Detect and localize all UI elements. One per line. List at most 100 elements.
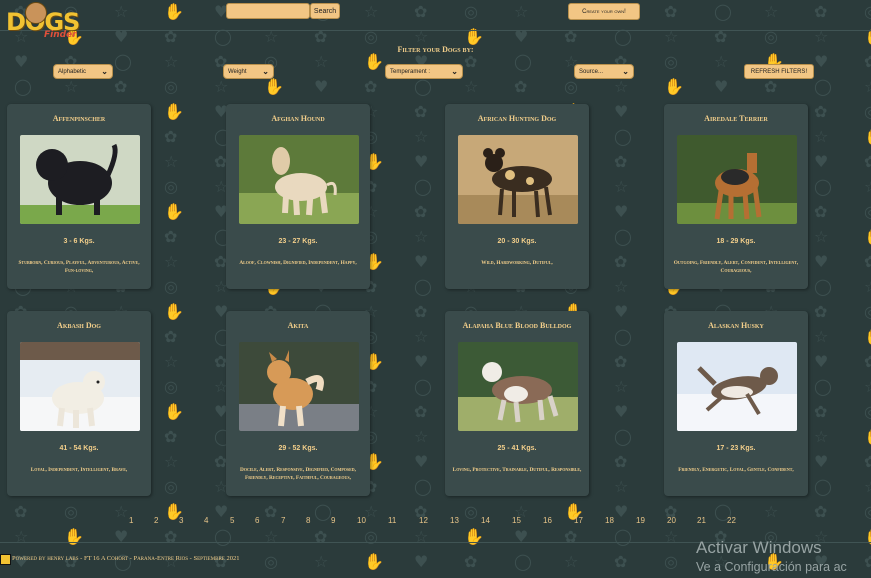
pattern-icon: ✿	[314, 27, 328, 46]
page-link-20[interactable]: 20	[667, 516, 676, 525]
page-link-7[interactable]: 7	[281, 516, 285, 525]
search-button[interactable]: Search	[310, 3, 340, 19]
alphabetic-select[interactable]: Alphabetic ⌄	[53, 64, 113, 79]
pattern-icon: ✿	[864, 152, 871, 171]
page-link-18[interactable]: 18	[605, 516, 614, 525]
dog-name: Affenpinscher	[52, 114, 106, 123]
pattern-icon: ☆	[814, 127, 829, 146]
dog-card[interactable]: Afghan Hound 23 - 27 Kgs. Aloof, Clownis…	[226, 104, 370, 289]
dogs-logo[interactable]: DOGS Finder	[6, 2, 80, 40]
page-link-19[interactable]: 19	[636, 516, 645, 525]
temperament-select[interactable]: Temperament : ⌄	[385, 64, 463, 79]
dog-card[interactable]: African Hunting Dog 20 - 30 Kgs. Wild, H…	[445, 104, 589, 289]
windows-activation-watermark: Activar Windows Ve a Configuración para …	[696, 538, 847, 574]
dog-card[interactable]: Akbash Dog 41 - 54 Kgs. Loyal, Independe…	[7, 311, 151, 496]
pattern-icon: ☆	[264, 27, 279, 46]
dog-card[interactable]: Alaskan Husky 17 - 23 Kgs. Friendly, Ene…	[664, 311, 808, 496]
pattern-icon: ◎	[864, 202, 871, 221]
pattern-icon: ✋	[264, 77, 284, 96]
pattern-icon: ✿	[414, 302, 428, 321]
page-link-15[interactable]: 15	[512, 516, 521, 525]
pattern-icon: ✿	[814, 202, 828, 221]
weight-select[interactable]: Weight ⌄	[223, 64, 274, 79]
pattern-icon: ♥	[414, 352, 429, 371]
page-link-2[interactable]: 2	[154, 516, 158, 525]
pattern-icon: ◯	[114, 52, 132, 71]
dog-card[interactable]: Affenpinscher 3 - 6 Kgs. Stubborn, Curio…	[7, 104, 151, 289]
weight-select-value: Weight	[228, 68, 247, 75]
page-link-21[interactable]: 21	[697, 516, 706, 525]
page-link-4[interactable]: 4	[204, 516, 208, 525]
pattern-icon: ✿	[414, 202, 428, 221]
pattern-icon: ✿	[814, 302, 828, 321]
search-input[interactable]	[226, 3, 310, 19]
dog-name: Alapaha Blue Blood Bulldog	[462, 321, 572, 330]
dog-image	[458, 135, 578, 224]
pattern-icon: ✋	[164, 102, 184, 121]
dog-temperament: Loving, Protective, Trainable, Dutiful, …	[452, 467, 582, 473]
pattern-icon: ☆	[214, 77, 229, 96]
page-link-11[interactable]: 11	[388, 516, 396, 525]
dog-temperament: Stubborn, Curious, Playful, Adventurous,…	[18, 260, 140, 274]
pattern-icon: ☆	[614, 277, 629, 296]
dog-image	[677, 342, 797, 431]
filter-title: Filter your Dogs by:	[397, 45, 474, 54]
pattern-icon: ◯	[614, 127, 632, 146]
dog-image	[20, 135, 140, 224]
pattern-icon: ✿	[414, 402, 428, 421]
pattern-icon: ♥	[614, 402, 629, 421]
page-link-14[interactable]: 14	[481, 516, 490, 525]
top-bar: DOGS Finder Search Create your own!	[0, 0, 871, 40]
page-link-17[interactable]: 17	[574, 516, 583, 525]
refresh-filters-button[interactable]: REFRESH FILTERS!	[744, 64, 814, 79]
pattern-icon: ✋	[164, 202, 184, 221]
page-link-6[interactable]: 6	[255, 516, 259, 525]
pattern-icon: ✿	[864, 52, 871, 71]
dog-weight: 25 - 41 Kgs.	[497, 445, 537, 452]
page-link-16[interactable]: 16	[543, 516, 552, 525]
page-link-22[interactable]: 22	[727, 516, 736, 525]
pattern-icon: ✿	[614, 352, 628, 371]
page-link-10[interactable]: 10	[357, 516, 366, 525]
pattern-icon: ☆	[414, 127, 429, 146]
pattern-icon: ◎	[364, 27, 378, 46]
dog-name: African Hunting Dog	[477, 114, 557, 123]
chevron-down-icon: ⌄	[451, 67, 458, 76]
pattern-icon: ✿	[714, 27, 728, 46]
watermark-line-1: Activar Windows	[696, 538, 822, 557]
create-dog-button[interactable]: Create your own!	[568, 3, 640, 20]
dog-name: Afghan Hound	[271, 114, 325, 123]
page-link-8[interactable]: 8	[306, 516, 310, 525]
page-link-1[interactable]: 1	[129, 516, 133, 525]
pattern-icon: ♥	[814, 352, 829, 371]
dog-image	[20, 342, 140, 431]
pattern-icon: ◎	[164, 377, 178, 396]
pattern-icon: ◎	[164, 77, 178, 96]
page-link-5[interactable]: 5	[230, 516, 234, 525]
dog-card[interactable]: Akita 29 - 52 Kgs. Docile, Alert, Respon…	[226, 311, 370, 496]
dog-weight: 20 - 30 Kgs.	[497, 238, 537, 245]
dog-card[interactable]: Airedale Terrier 18 - 29 Kgs. Outgoing, …	[664, 104, 808, 289]
dog-name: Akita	[287, 321, 309, 330]
dog-weight: 17 - 23 Kgs.	[716, 445, 756, 452]
pattern-icon: ☆	[414, 27, 429, 46]
pattern-icon: ☆	[814, 27, 829, 46]
dog-weight: 18 - 29 Kgs.	[716, 238, 756, 245]
dog-name: Airedale Terrier	[704, 114, 768, 123]
pattern-icon: ♥	[614, 102, 629, 121]
dog-card[interactable]: Alapaha Blue Blood Bulldog 25 - 41 Kgs. …	[445, 311, 589, 496]
page-link-9[interactable]: 9	[331, 516, 335, 525]
pattern-icon: ✿	[514, 77, 528, 96]
pattern-icon: ◯	[814, 477, 832, 496]
pattern-icon: ✿	[864, 252, 871, 271]
source-select[interactable]: Source... ⌄	[574, 64, 634, 79]
pattern-icon: ☆	[414, 427, 429, 446]
pattern-icon: ✿	[614, 452, 628, 471]
page-link-3[interactable]: 3	[179, 516, 183, 525]
pattern-icon: ◯	[414, 177, 432, 196]
pattern-icon: ☆	[164, 352, 179, 371]
page-link-12[interactable]: 12	[419, 516, 428, 525]
pattern-icon: ☆	[164, 152, 179, 171]
page-link-13[interactable]: 13	[450, 516, 459, 525]
pattern-icon: ✿	[814, 402, 828, 421]
